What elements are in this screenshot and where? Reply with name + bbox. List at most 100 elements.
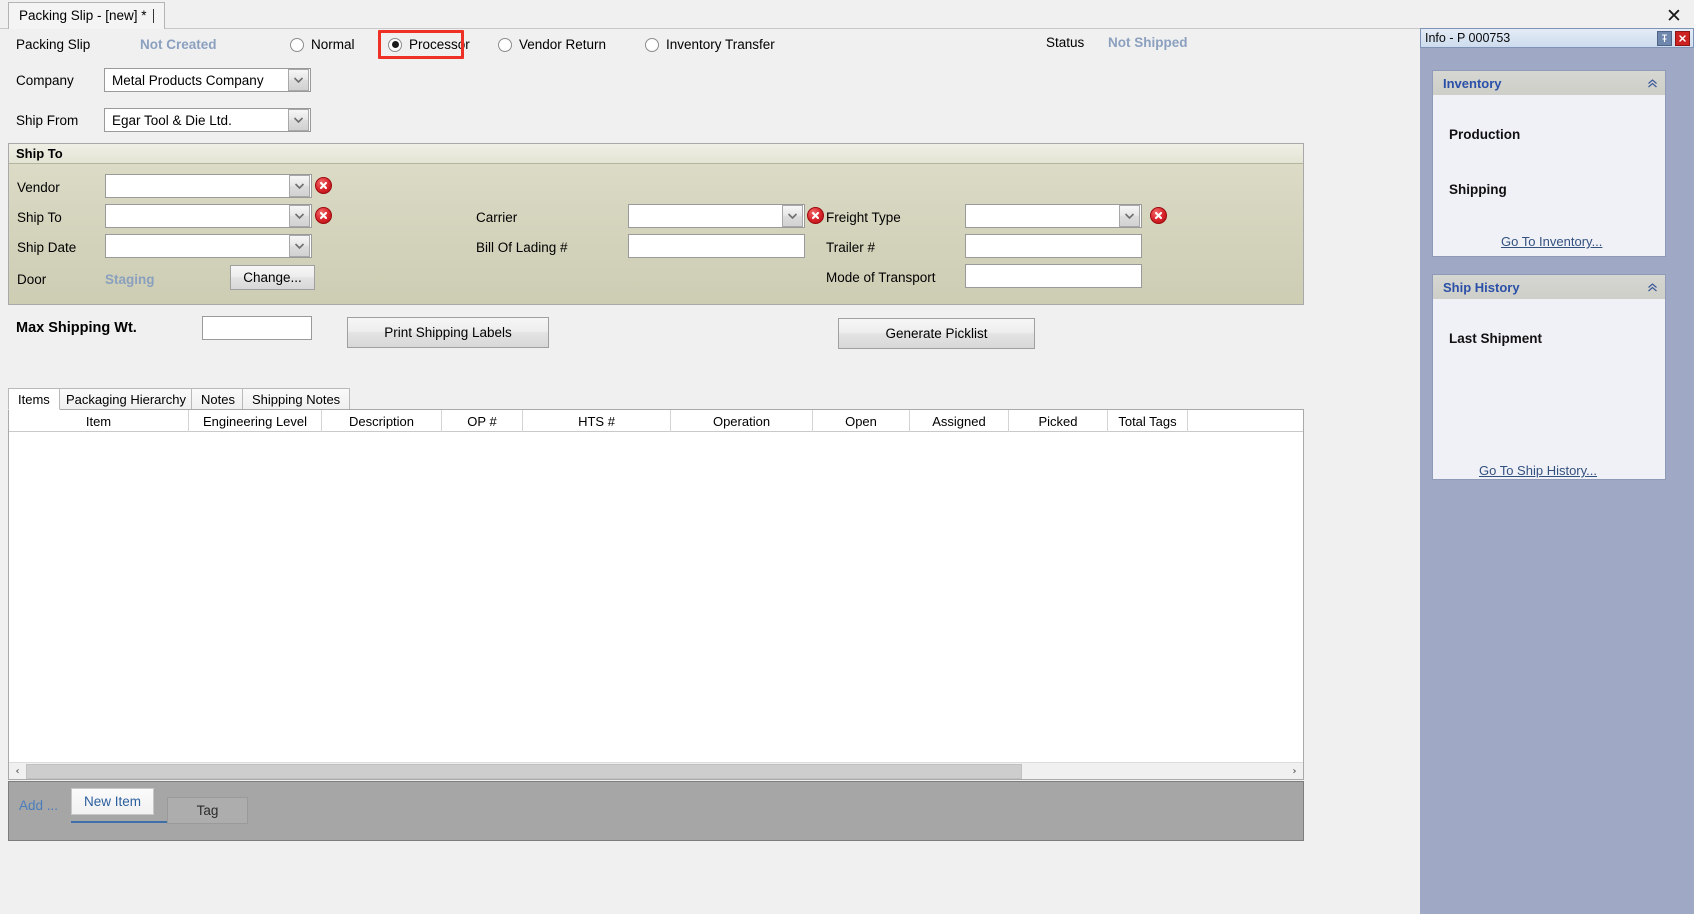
items-grid: Item Engineering Level Description OP # … [8, 409, 1304, 780]
grid-col-filler [1188, 410, 1303, 432]
ship-to-combo[interactable] [105, 204, 312, 228]
radio-inventory-transfer[interactable]: Inventory Transfer [645, 37, 775, 52]
carrier-combo[interactable] [628, 204, 805, 228]
info-panel: Info - P 000753 Inventory Production Shi… [1420, 28, 1694, 914]
chevron-down-icon[interactable] [289, 235, 310, 257]
chevron-down-icon[interactable] [289, 205, 310, 227]
grid-col-assigned[interactable]: Assigned [910, 410, 1009, 432]
vendor-combo[interactable] [105, 174, 312, 198]
grid-col-total-tags[interactable]: Total Tags [1108, 410, 1188, 432]
ship-date-combo[interactable] [105, 234, 312, 258]
mode-of-transport-input[interactable] [965, 264, 1142, 288]
info-panel-titlebar: Info - P 000753 [1420, 28, 1694, 48]
ship-history-card-header[interactable]: Ship History [1433, 275, 1665, 299]
tab-notes[interactable]: Notes [191, 388, 245, 410]
document-tab-packing-slip[interactable]: Packing Slip - [new] * [8, 2, 165, 29]
max-shipping-wt-input[interactable] [202, 316, 312, 340]
grid-col-operation[interactable]: Operation [671, 410, 813, 432]
grid-col-item[interactable]: Item [9, 410, 189, 432]
grid-col-open[interactable]: Open [813, 410, 910, 432]
chevron-down-icon[interactable] [288, 109, 309, 131]
freight-type-error-icon-left [807, 207, 824, 224]
radio-dot-inventory-transfer [645, 37, 659, 52]
radio-dot-normal [290, 37, 304, 52]
grid-col-hts-number[interactable]: HTS # [523, 410, 671, 432]
chevron-down-icon[interactable] [782, 205, 803, 227]
chevron-up-icon[interactable] [1645, 76, 1659, 90]
company-value: Metal Products Company [112, 72, 264, 88]
radio-processor[interactable]: Processor [388, 37, 470, 52]
grid-rows-area[interactable] [9, 432, 1303, 762]
scrollbar-thumb[interactable] [26, 763, 1022, 779]
ship-from-value: Egar Tool & Die Ltd. [112, 112, 232, 128]
items-action-bar: Add ... New Item Tag [8, 781, 1304, 841]
freight-type-combo[interactable] [965, 204, 1142, 228]
grid-col-engineering-level[interactable]: Engineering Level [189, 410, 322, 432]
company-combo[interactable]: Metal Products Company [104, 68, 311, 92]
new-item-button[interactable]: New Item [71, 788, 154, 815]
packing-slip-form: Packing Slip - [new] * Packing Slip Not … [0, 0, 1420, 914]
close-icon[interactable] [1675, 30, 1690, 46]
freight-type-error-icon [1150, 207, 1167, 224]
ship-to-group: Ship To Vendor Ship To Ship Date Door St… [8, 143, 1304, 305]
info-panel-title: Info - P 000753 [1425, 31, 1511, 45]
radio-dot-vendor-return [498, 37, 512, 52]
bill-of-lading-label: Bill Of Lading # [476, 240, 568, 255]
tab-packaging-hierarchy[interactable]: Packaging Hierarchy [56, 388, 196, 410]
go-to-inventory-link[interactable]: Go To Inventory... [1501, 234, 1602, 249]
document-tabstrip: Packing Slip - [new] * [0, 0, 1420, 29]
vendor-error-icon [315, 177, 332, 194]
inventory-card: Inventory Production Shipping Go To Inve… [1432, 70, 1666, 257]
inventory-card-header[interactable]: Inventory [1433, 71, 1665, 95]
go-to-ship-history-link[interactable]: Go To Ship History... [1479, 463, 1597, 478]
chevron-down-icon[interactable] [1119, 205, 1140, 227]
status-label: Status [1046, 35, 1085, 50]
chevron-down-icon[interactable] [289, 175, 310, 197]
document-tab-label: Packing Slip - [new] * [19, 8, 147, 23]
window-close-icon[interactable]: ✕ [1662, 4, 1686, 28]
scroll-left-icon[interactable]: ‹ [9, 763, 26, 779]
packing-slip-label: Packing Slip [16, 37, 91, 52]
scrollbar-track[interactable] [1022, 763, 1286, 779]
radio-label-processor: Processor [409, 37, 470, 52]
door-value: Staging [105, 272, 155, 287]
trailer-label: Trailer # [826, 240, 876, 255]
info-panel-body: Inventory Production Shipping Go To Inve… [1420, 48, 1694, 914]
trailer-input[interactable] [965, 234, 1142, 258]
max-shipping-wt-label: Max Shipping Wt. [16, 320, 137, 336]
change-door-button[interactable]: Change... [230, 265, 315, 290]
add-link[interactable]: Add ... [19, 798, 58, 813]
freight-type-label: Freight Type [826, 210, 901, 225]
items-tabstrip: Items Packaging Hierarchy Notes Shipping… [8, 388, 1304, 410]
header-section: Packing Slip Not Created Normal Processo… [0, 29, 1420, 147]
packing-slip-window: ✕ Packing Slip - [new] * Packing Slip No… [0, 0, 1694, 914]
radio-label-inventory-transfer: Inventory Transfer [666, 37, 775, 52]
generate-picklist-button[interactable]: Generate Picklist [838, 318, 1035, 349]
ship-from-combo[interactable]: Egar Tool & Die Ltd. [104, 108, 311, 132]
radio-vendor-return[interactable]: Vendor Return [498, 37, 606, 52]
tag-button[interactable]: Tag [167, 797, 248, 824]
grid-horizontal-scrollbar[interactable]: ‹ › [9, 762, 1303, 779]
new-item-underline [71, 821, 171, 823]
chevron-down-icon[interactable] [288, 69, 309, 91]
ship-to-label: Ship To [17, 210, 62, 225]
ship-to-error-icon [315, 207, 332, 224]
tab-shipping-notes[interactable]: Shipping Notes [242, 388, 351, 410]
ship-history-card-title: Ship History [1443, 279, 1520, 295]
print-shipping-labels-button[interactable]: Print Shipping Labels [347, 317, 549, 348]
mode-of-transport-label: Mode of Transport [826, 270, 936, 285]
tab-items[interactable]: Items [8, 388, 60, 410]
ship-date-label: Ship Date [17, 240, 77, 255]
inventory-card-title: Inventory [1443, 75, 1502, 91]
bill-of-lading-input[interactable] [628, 234, 805, 258]
grid-col-op-number[interactable]: OP # [442, 410, 523, 432]
radio-normal[interactable]: Normal [290, 37, 355, 52]
carrier-label: Carrier [476, 210, 518, 225]
grid-col-description[interactable]: Description [322, 410, 442, 432]
grid-col-picked[interactable]: Picked [1009, 410, 1108, 432]
chevron-up-icon[interactable] [1645, 280, 1659, 294]
pin-icon[interactable] [1657, 30, 1672, 46]
vendor-label: Vendor [17, 180, 60, 195]
radio-label-vendor-return: Vendor Return [519, 37, 607, 52]
scroll-right-icon[interactable]: › [1286, 763, 1303, 779]
